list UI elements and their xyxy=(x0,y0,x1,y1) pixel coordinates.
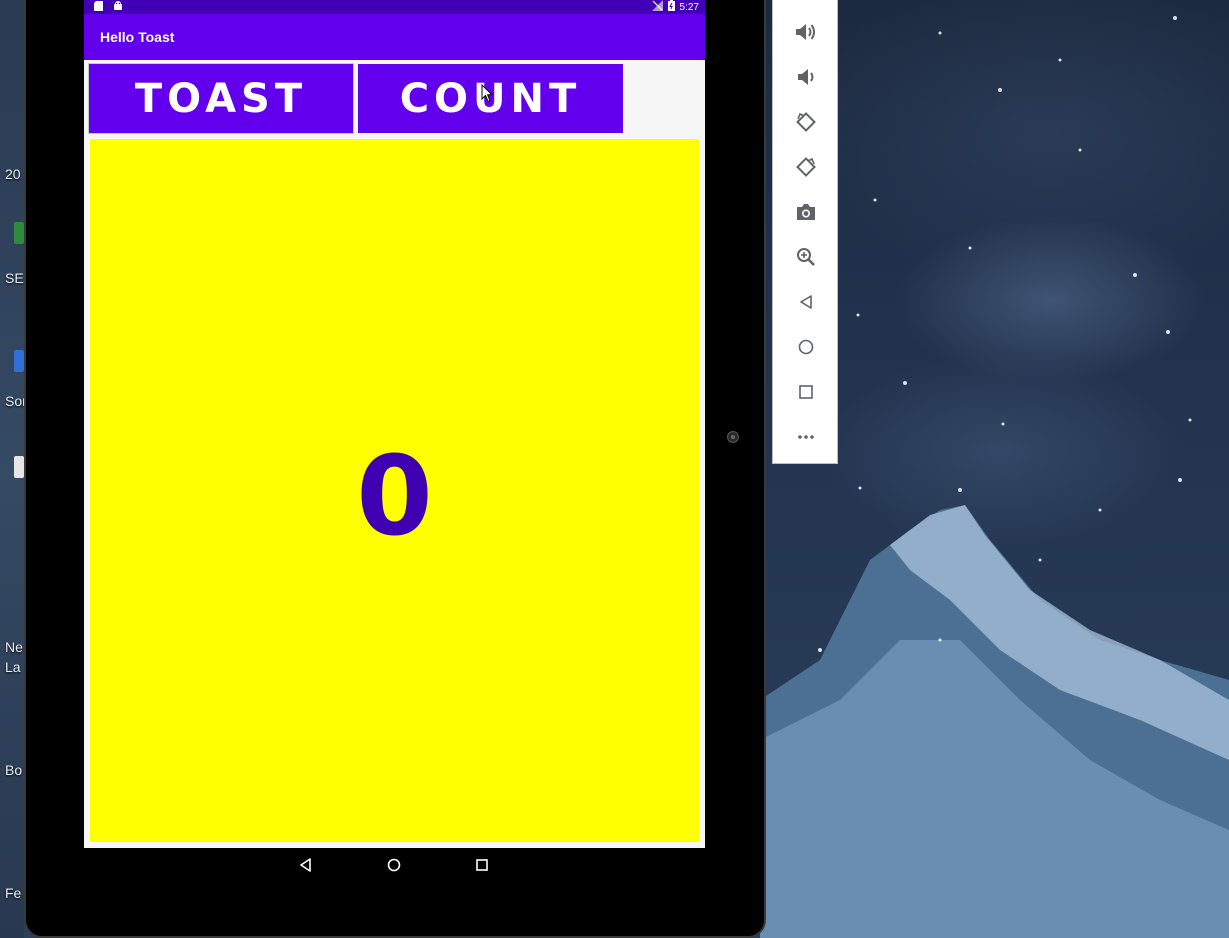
toast-button[interactable]: TOAST xyxy=(89,64,353,133)
desktop-label: La xyxy=(5,659,21,675)
desktop-label: 20 xyxy=(5,166,21,182)
more-icon[interactable] xyxy=(794,425,818,449)
count-value: 0 xyxy=(356,431,433,560)
rotate-right-icon[interactable] xyxy=(794,155,818,179)
status-bar: 5:27 xyxy=(84,0,705,14)
navigation-bar xyxy=(84,848,705,882)
volume-down-icon[interactable] xyxy=(794,65,818,89)
back-icon[interactable] xyxy=(794,290,818,314)
desktop-app-icon xyxy=(14,350,24,372)
app-title: Hello Toast xyxy=(100,29,175,45)
rotate-left-icon[interactable] xyxy=(794,110,818,134)
home-icon[interactable] xyxy=(385,856,403,874)
count-display: 0 xyxy=(90,139,699,842)
desktop-label: Sor xyxy=(5,393,24,409)
front-camera xyxy=(727,431,739,443)
desktop-file-icon xyxy=(14,456,24,478)
device-screen: 5:27 Hello Toast TOAST COUNT 0 xyxy=(84,0,705,848)
overview-icon[interactable] xyxy=(794,380,818,404)
zoom-icon[interactable] xyxy=(794,245,818,269)
recents-icon[interactable] xyxy=(473,856,491,874)
sd-card-icon xyxy=(94,1,103,11)
desktop-app-icon xyxy=(14,222,24,244)
desktop-label: Ne xyxy=(5,639,23,655)
desktop-icons-strip: 20 SE Sor Ne La Bo Fe xyxy=(0,0,24,938)
back-icon[interactable] xyxy=(297,856,315,874)
home-icon[interactable] xyxy=(794,335,818,359)
app-bar: Hello Toast xyxy=(84,14,705,60)
volume-up-icon[interactable] xyxy=(794,20,818,44)
emulator-toolbar xyxy=(772,0,838,464)
camera-icon[interactable] xyxy=(794,200,818,224)
desktop-label: Bo xyxy=(5,762,23,778)
status-time: 5:27 xyxy=(679,2,699,13)
desktop-label: Fe xyxy=(5,885,22,901)
desktop-label: SE xyxy=(5,270,24,286)
mouse-cursor-icon xyxy=(481,84,493,103)
android-icon xyxy=(113,1,123,11)
